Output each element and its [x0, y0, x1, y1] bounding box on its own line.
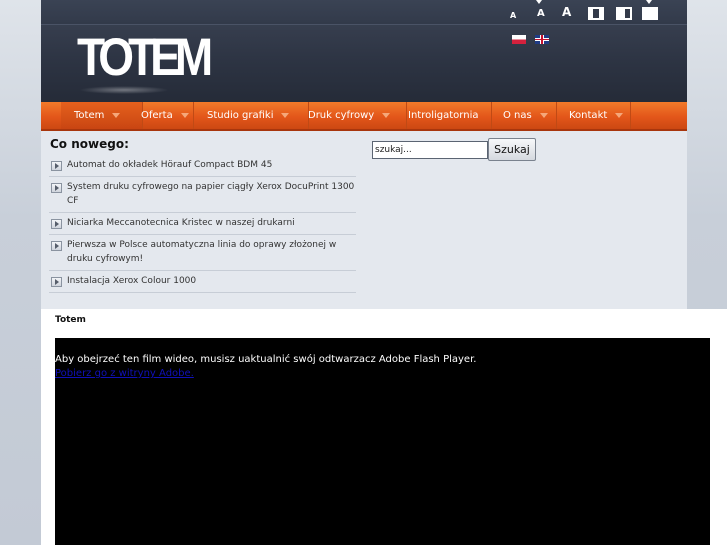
width-active-marker-icon — [646, 0, 652, 4]
layout-narrow-icon[interactable] — [588, 7, 604, 20]
chevron-down-icon — [180, 112, 189, 118]
nav-item-kontakt[interactable]: Kontakt — [556, 102, 631, 129]
logo-reflection — [79, 86, 169, 94]
flash-video-player[interactable]: Aby obejrzeć ten film wideo, musisz uakt… — [55, 338, 710, 545]
chevron-down-icon — [281, 112, 290, 118]
video-title: Totem — [55, 315, 86, 325]
flag-pl-icon[interactable] — [512, 35, 526, 44]
list-item[interactable]: Niciarka Meccanotecnica Kristec w naszej… — [49, 213, 356, 235]
nav-item-druk-cyfrowy[interactable]: Druk cyfrowy — [296, 102, 407, 129]
list-item[interactable]: Instalacja Xerox Colour 1000 — [49, 271, 356, 293]
news-heading: Co nowego: — [50, 137, 129, 151]
chevron-down-icon — [112, 112, 121, 118]
arrow-bullet-icon — [51, 241, 62, 251]
arrow-bullet-icon — [51, 219, 62, 229]
nav-item-introligatornia[interactable]: Introligatornia — [395, 102, 492, 129]
font-size-small-button[interactable]: A — [510, 9, 516, 23]
header-toolbar: A A A — [41, 0, 687, 25]
layout-wide-icon[interactable] — [642, 7, 658, 20]
list-item[interactable]: Pierwsza w Polsce automatyczna linia do … — [49, 235, 356, 271]
site-logo[interactable]: TOTEM — [77, 30, 213, 83]
arrow-bullet-icon — [51, 161, 62, 171]
layout-medium-icon[interactable] — [616, 7, 632, 20]
search-button[interactable]: Szukaj — [488, 138, 536, 161]
arrow-bullet-icon — [51, 183, 62, 193]
nav-item-studio-grafiki[interactable]: Studio grafiki — [194, 102, 309, 129]
video-section: Totem Aby obejrzeć ten film wideo, musis… — [41, 309, 727, 545]
nav-item-oferta[interactable]: Oferta — [130, 102, 194, 129]
chevron-down-icon — [382, 112, 391, 118]
chevron-down-icon — [615, 112, 624, 118]
main-content: Co nowego: Automat do okładek Hörauf Com… — [41, 131, 687, 309]
font-size-medium-button[interactable]: A — [537, 7, 545, 21]
main-navigation: Totem Oferta Studio grafiki Druk cyfrowy… — [41, 102, 687, 131]
flag-uk-icon[interactable] — [535, 35, 549, 44]
chevron-down-icon — [539, 112, 548, 118]
font-size-large-button[interactable]: A — [562, 5, 571, 19]
nav-item-o-nas[interactable]: O nas — [492, 102, 557, 129]
search-input[interactable] — [372, 141, 488, 159]
list-item[interactable]: System druku cyfrowego na papier ciągły … — [49, 177, 356, 213]
adobe-download-link[interactable]: Pobierz go z witryny Adobe. — [55, 368, 194, 379]
flash-message: Aby obejrzeć ten film wideo, musisz uakt… — [55, 354, 477, 365]
arrow-bullet-icon — [51, 277, 62, 287]
list-item[interactable]: Automat do okładek Hörauf Compact BDM 45 — [49, 155, 356, 177]
news-list: Automat do okładek Hörauf Compact BDM 45… — [49, 155, 356, 293]
header: A A A TOTEM — [41, 0, 687, 102]
font-size-active-marker-icon — [536, 0, 542, 4]
